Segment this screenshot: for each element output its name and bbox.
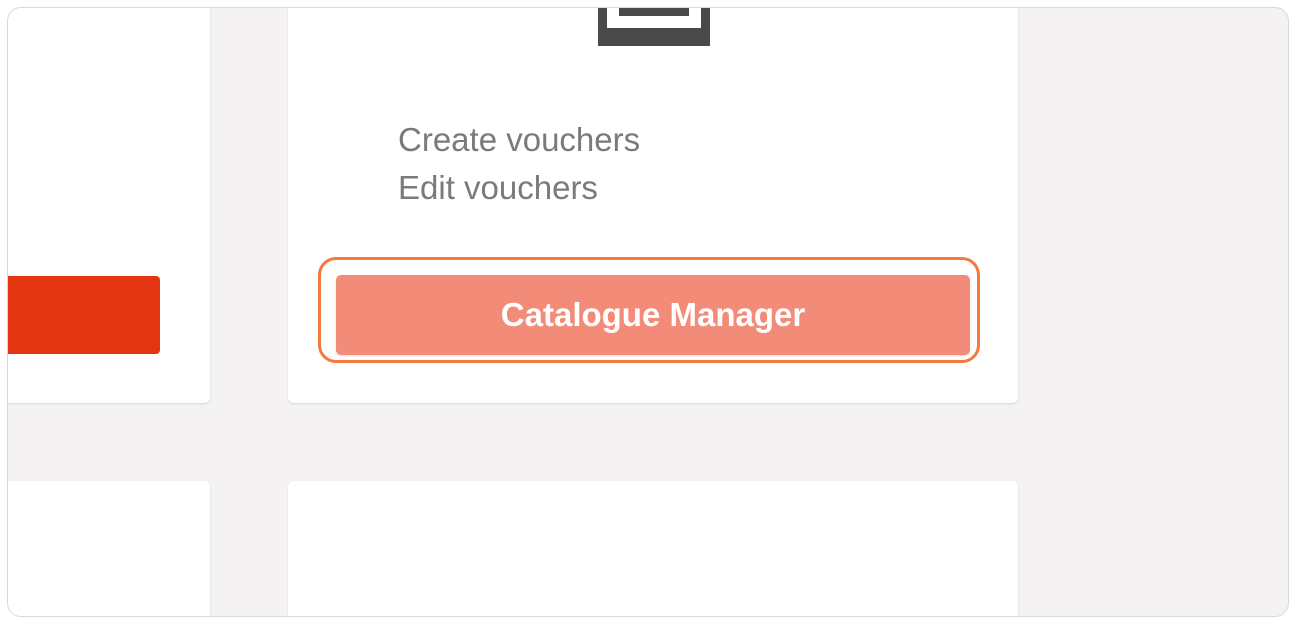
feature-item-create-vouchers: Create vouchers	[398, 121, 641, 158]
role-button-left[interactable]	[8, 276, 160, 354]
feature-item-edit-vouchers: Edit vouchers	[398, 169, 598, 206]
role-card-center-lower	[288, 481, 1018, 616]
page-viewport: Create vouchers Edit vouchers Catalogue …	[7, 7, 1289, 617]
feature-list: Create vouchers Edit vouchers	[398, 116, 640, 212]
catalogue-manager-button[interactable]: Catalogue Manager	[336, 275, 970, 355]
document-icon	[598, 8, 710, 46]
role-card-left-lower	[8, 481, 210, 616]
